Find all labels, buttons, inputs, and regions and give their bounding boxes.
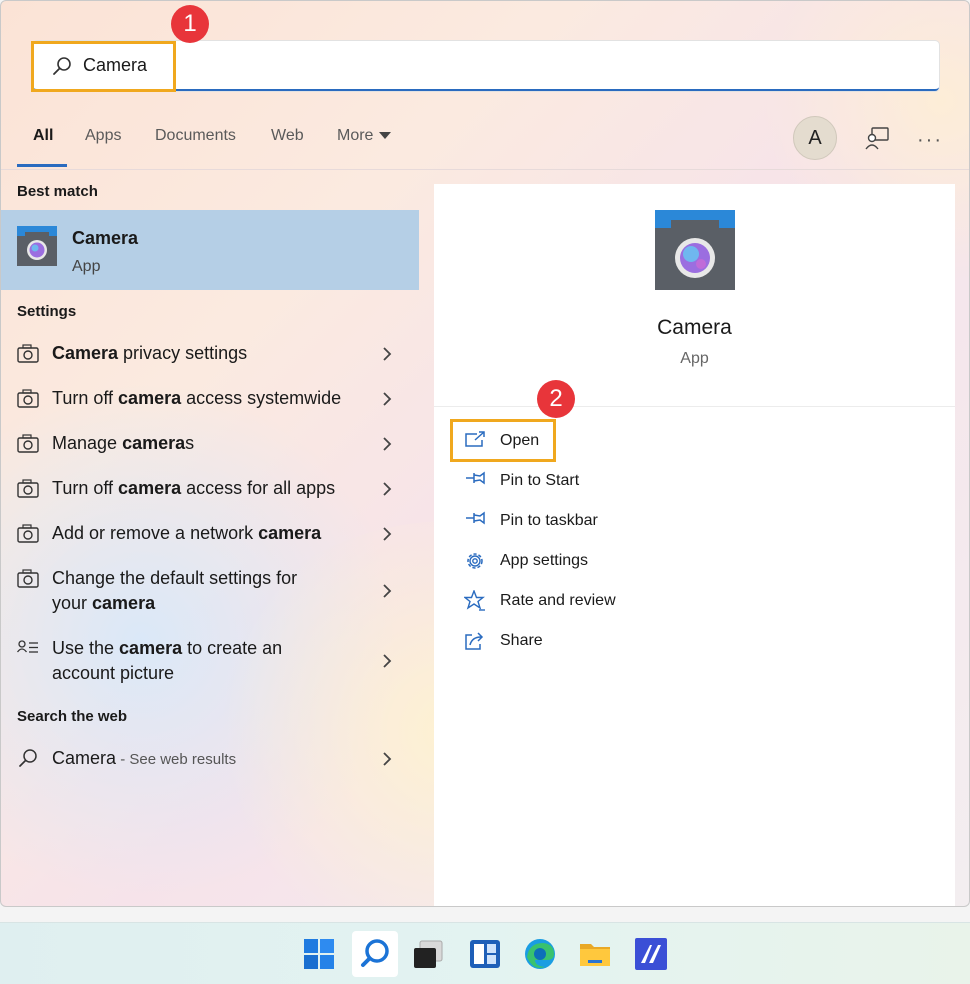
camera-icon [17, 389, 39, 408]
pin-to-start-action[interactable]: Pin to Start [464, 468, 624, 496]
taskbar-search-button[interactable] [352, 931, 398, 977]
chevron-right-icon [383, 654, 392, 668]
account-list-icon [17, 640, 38, 653]
camera-icon [17, 434, 39, 453]
chevron-right-icon [383, 437, 392, 451]
best-match-subtitle: App [72, 258, 101, 275]
chevron-right-icon [383, 752, 392, 766]
settings-item[interactable]: Add or remove a network camera [1, 519, 419, 549]
rate-and-review-label: Rate and review [500, 592, 616, 609]
web-result-label: Camera - See web results [52, 748, 237, 768]
tab-documents[interactable]: Documents [155, 127, 236, 145]
search-icon [361, 939, 389, 967]
app-icon[interactable] [632, 935, 670, 973]
more-options-icon[interactable]: ··· [917, 129, 943, 152]
divider [434, 406, 955, 407]
search-window: Camera 1 All Apps Documents Web More A ·… [0, 0, 970, 907]
active-tab-indicator [17, 164, 67, 167]
share-icon [465, 632, 484, 650]
windows-start-icon[interactable] [300, 935, 338, 973]
best-match-title: Camera [72, 228, 139, 248]
settings-item-label: Turn off camera access for all apps [52, 478, 336, 498]
best-match-camera[interactable]: Camera App [1, 210, 419, 290]
settings-item[interactable]: Manage cameras [1, 429, 419, 459]
pin-to-taskbar-label: Pin to taskbar [500, 512, 598, 529]
settings-item[interactable]: Turn off camera access for all apps [1, 474, 419, 504]
settings-item-label: Use the camera to create an account pictu… [52, 638, 283, 683]
settings-item[interactable]: Turn off camera access systemwide [1, 384, 419, 414]
search-web-header: Search the web [17, 708, 128, 725]
step1-highlight [31, 41, 176, 92]
settings-item[interactable]: Camera privacy settings [1, 339, 419, 369]
widgets-icon[interactable] [466, 935, 504, 973]
edge-browser-icon[interactable] [521, 935, 559, 973]
settings-item-label: Add or remove a network camera [52, 523, 322, 543]
tab-apps[interactable]: Apps [85, 127, 121, 145]
search-icon [19, 749, 37, 767]
file-explorer-icon[interactable] [576, 935, 614, 973]
tab-web[interactable]: Web [271, 127, 304, 145]
feedback-icon[interactable] [863, 125, 891, 151]
chevron-right-icon [383, 347, 392, 361]
app-name: Camera [657, 316, 732, 339]
chevron-right-icon [383, 392, 392, 406]
web-result-camera[interactable]: Camera - See web results [1, 744, 419, 774]
settings-item[interactable]: Use the camera to create an account pictu… [1, 634, 419, 689]
rate-and-review-action[interactable]: Rate and review [464, 588, 644, 616]
chevron-down-icon [379, 132, 392, 140]
camera-icon [17, 479, 39, 498]
avatar[interactable]: A [793, 116, 837, 160]
settings-item-label: Change the default settings for your came… [52, 568, 298, 613]
camera-icon [17, 344, 39, 363]
step2-badge: 2 [537, 380, 575, 418]
settings-item[interactable]: Change the default settings for your came… [1, 564, 419, 619]
tab-more-label: More [337, 127, 374, 144]
app-details-panel: Camera App Open Pin to Start Pin to task… [434, 184, 955, 906]
settings-item-label: Manage cameras [52, 433, 195, 453]
settings-item-label: Camera privacy settings [52, 343, 248, 363]
pin-to-start-label: Pin to Start [500, 472, 580, 489]
settings-item-label: Turn off camera access systemwide [52, 388, 342, 408]
task-view-icon[interactable] [410, 935, 448, 973]
pin-icon [466, 471, 485, 485]
app-type: App [680, 350, 709, 367]
step1-badge: 1 [171, 5, 209, 43]
camera-app-icon [17, 226, 57, 266]
pin-to-taskbar-action[interactable]: Pin to taskbar [464, 508, 634, 536]
chevron-right-icon [383, 527, 392, 541]
best-match-header: Best match [17, 183, 98, 200]
taskbar [0, 922, 970, 984]
step2-highlight [450, 419, 556, 462]
tab-more[interactable]: More [337, 127, 392, 145]
tab-all[interactable]: All [33, 127, 53, 145]
pin-icon [466, 511, 485, 525]
star-icon [464, 590, 485, 611]
divider [1, 169, 969, 170]
camera-icon [17, 524, 39, 543]
app-settings-label: App settings [500, 552, 589, 569]
chevron-right-icon [383, 482, 392, 496]
camera-app-icon [655, 210, 735, 290]
gear-icon [467, 553, 483, 569]
camera-icon [17, 569, 39, 588]
share-label: Share [500, 632, 543, 649]
settings-header: Settings [17, 303, 77, 320]
share-action[interactable]: Share [464, 628, 584, 656]
app-settings-action[interactable]: App settings [464, 548, 624, 576]
chevron-right-icon [383, 584, 392, 598]
